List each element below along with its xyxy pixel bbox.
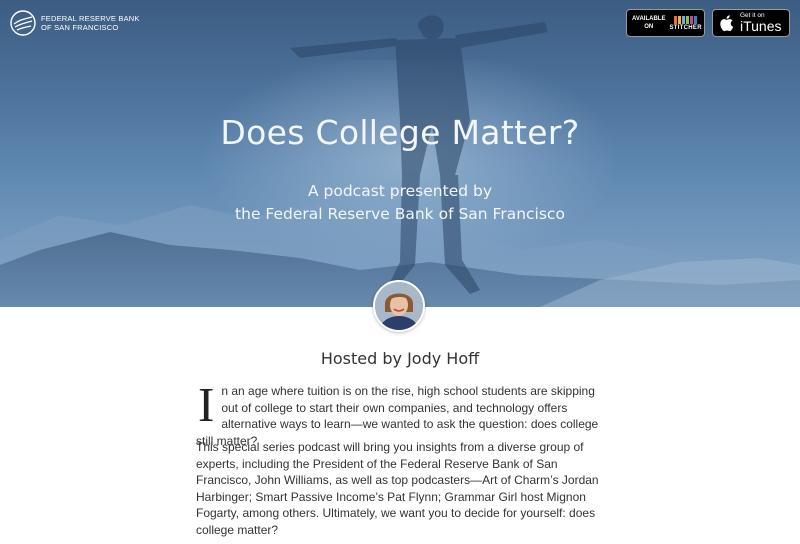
description-paragraph: This special series podcast will bring y… <box>196 440 599 537</box>
hero-banner: FEDERAL RESERVE BANK OF SAN FRANCISCO AV… <box>0 0 800 307</box>
logo-line-2: OF SAN FRANCISCO <box>41 23 119 32</box>
stitcher-available-text: AVAILABLE <box>632 16 666 22</box>
eagle-logo-icon <box>10 10 36 36</box>
stitcher-badge-label: AVAILABLE ON <box>632 15 665 31</box>
itunes-badge-button[interactable]: Get it on iTunes <box>712 9 790 37</box>
logo-wordmark: FEDERAL RESERVE BANK OF SAN FRANCISCO <box>41 14 140 32</box>
hero-subtitle-line-2: the Federal Reserve Bank of San Francisc… <box>235 205 565 223</box>
stitcher-on-text: ON <box>644 24 654 30</box>
stitcher-brand-text: STITCHER <box>669 24 702 31</box>
logo-line-1: FEDERAL RESERVE BANK <box>41 14 140 23</box>
host-avatar <box>373 280 425 332</box>
host-heading: Hosted by Jody Hoff <box>320 349 480 368</box>
stitcher-bars-icon <box>674 15 698 24</box>
frbsf-logo[interactable]: FEDERAL RESERVE BANK OF SAN FRANCISCO <box>10 8 140 38</box>
hero-background-image <box>0 15 800 307</box>
drop-cap: I <box>198 377 215 432</box>
stitcher-badge-button[interactable]: AVAILABLE ON STITCHER <box>626 9 705 37</box>
intro-text: n an age where tuition is on the rise, h… <box>196 384 599 448</box>
page-title: Does College Matter? <box>220 113 580 152</box>
itunes-brand-text: iTunes <box>740 18 782 35</box>
apple-icon <box>720 15 734 32</box>
hero-subtitle: A podcast presented by the Federal Reser… <box>0 180 800 226</box>
hero-subtitle-line-1: A podcast presented by <box>307 182 493 200</box>
